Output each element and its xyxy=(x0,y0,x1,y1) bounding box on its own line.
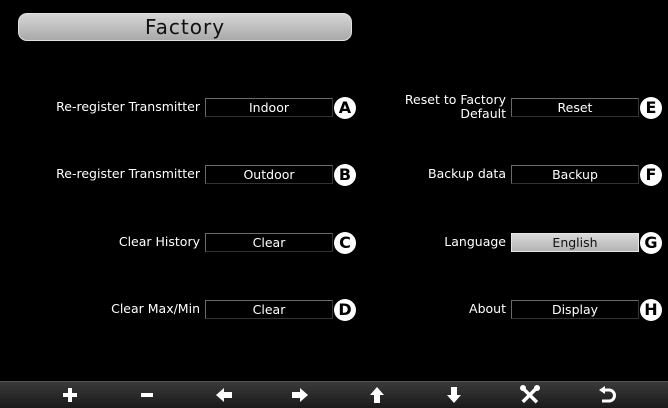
badge-g: G xyxy=(640,232,662,254)
row-label-indoor: Re-register Transmitter xyxy=(56,99,200,114)
badge-b: B xyxy=(334,164,356,186)
minus-icon[interactable] xyxy=(127,382,167,408)
arrow-left-icon[interactable] xyxy=(204,382,244,408)
row-label-language: Language xyxy=(444,234,506,249)
badge-f: F xyxy=(640,164,662,186)
backup-field[interactable]: Backup xyxy=(511,165,639,184)
row-label-reset-factory: Reset to Factory Default xyxy=(370,93,506,121)
clear-maxmin-field[interactable]: Clear xyxy=(205,300,333,319)
title-bar: Factory xyxy=(18,13,352,41)
arrow-down-icon[interactable] xyxy=(434,382,474,408)
row-label-about: About xyxy=(469,301,506,316)
reset-label-line2: Default xyxy=(460,106,506,121)
about-field[interactable]: Display xyxy=(511,300,639,319)
return-icon[interactable] xyxy=(587,382,627,408)
arrow-right-icon[interactable] xyxy=(280,382,320,408)
row-label-backup: Backup data xyxy=(428,166,506,181)
outdoor-field[interactable]: Outdoor xyxy=(205,165,333,184)
indoor-field[interactable]: Indoor xyxy=(205,98,333,117)
bottom-toolbar xyxy=(0,381,668,408)
plus-icon[interactable] xyxy=(50,382,90,408)
tools-icon[interactable] xyxy=(510,382,550,408)
row-label-clear-history: Clear History xyxy=(118,234,200,249)
row-label-outdoor: Re-register Transmitter xyxy=(56,166,200,181)
badge-a: A xyxy=(334,97,356,119)
badge-c: C xyxy=(334,232,356,254)
row-label-clear-maxmin: Clear Max/Min xyxy=(111,301,200,316)
badge-d: D xyxy=(334,299,356,321)
reset-field[interactable]: Reset xyxy=(511,98,639,117)
page-title: Factory xyxy=(144,15,226,39)
reset-label-line1: Reset to Factory xyxy=(404,92,506,107)
language-field[interactable]: English xyxy=(511,233,639,252)
badge-h: H xyxy=(640,299,662,321)
clear-history-field[interactable]: Clear xyxy=(205,233,333,252)
badge-e: E xyxy=(640,97,662,119)
arrow-up-icon[interactable] xyxy=(357,382,397,408)
